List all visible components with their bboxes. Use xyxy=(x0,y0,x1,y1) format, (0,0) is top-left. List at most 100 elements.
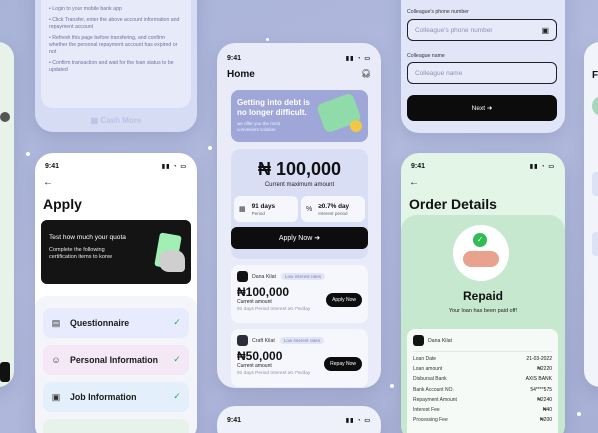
loan-card[interactable]: Dana Kilat Low interest rates ₦100,000 C… xyxy=(231,265,368,323)
rate-badge: Low interest rates xyxy=(280,273,326,280)
rate-badge: Low interest rates xyxy=(279,337,325,344)
handshake-illustration: ✓ xyxy=(453,225,509,281)
decor-dot xyxy=(266,38,269,41)
detail-row: Repayment Amount ₦2240 xyxy=(413,397,552,407)
home-screen: 9:41 ▮▮ ◔ ▭ Home 🎧︎ Getting into debt is… xyxy=(217,43,381,388)
max-amount-label: Current maximum amount xyxy=(264,182,335,188)
steps-list: ▤ Questionnaire ✓ ☺ Personal Information… xyxy=(35,296,197,433)
avatar xyxy=(0,112,10,122)
status-time: 9:41 xyxy=(227,54,242,62)
apply-now-label: Apply Now xyxy=(278,234,313,242)
page-title: Apply xyxy=(43,196,82,212)
lender-name: Craft Kilat xyxy=(252,337,275,344)
name-placeholder: Colleague name xyxy=(415,69,463,77)
detail-value: ₦2240 xyxy=(537,396,552,403)
interest-chip: % ≥0.7% day Interest period xyxy=(301,196,365,222)
detail-key: Interest Fee xyxy=(413,406,440,413)
decor-dot xyxy=(26,152,30,156)
promo-banner[interactable]: Getting into debt is no longer difficult… xyxy=(231,90,368,142)
detail-value: ₦200 xyxy=(540,417,552,424)
detail-value: ₦2220 xyxy=(537,366,552,373)
edge-chip xyxy=(592,172,598,196)
detail-key: Loan amount xyxy=(413,366,443,373)
detail-row: Bank Account NO. 54****575 xyxy=(413,387,552,397)
status-time: 9:41 xyxy=(45,162,60,170)
order-status: Repaid xyxy=(462,289,503,303)
lender-logo xyxy=(237,271,248,282)
brand-logo: ▦ Cash More xyxy=(90,116,142,125)
next-screen-preview: 9:41 ▮▮ ◔ ▭ xyxy=(217,406,381,433)
next-label: Next xyxy=(471,104,486,112)
instructions-card: • Login to your mobile bank app • Click … xyxy=(41,0,191,108)
detail-value: AXIS BANK xyxy=(525,376,552,383)
card-icon: ▭ xyxy=(49,427,63,433)
order-details-screen: 9:41 ▮▮ ◔ ▭ ← Order Details ✓ Repaid You… xyxy=(401,153,565,433)
status-bar: 9:41 ▮▮ ◔ ▭ xyxy=(217,413,381,427)
loan-action-button[interactable]: Repay Now xyxy=(324,357,362,371)
lender-logo xyxy=(237,335,248,346)
decor-dot xyxy=(577,412,581,416)
check-icon: ✓ xyxy=(173,317,181,327)
apply-now-button[interactable]: Apply Now ➜ xyxy=(231,227,368,249)
detail-key: Repayment Amount xyxy=(413,396,457,403)
edge-title: F xyxy=(592,70,598,81)
instruction-line: • Login to your mobile bank app xyxy=(49,6,122,12)
edge-chip xyxy=(592,232,598,256)
order-details-table: Dana Kilat Loan Date 21-03-2022 Loan amou… xyxy=(407,329,558,433)
colleague-name-input[interactable]: Colleague name xyxy=(407,62,557,84)
detail-value: 21-03-2022 xyxy=(526,356,552,362)
page-title: Order Details xyxy=(409,196,497,212)
step-additional[interactable]: ▭ xyxy=(43,419,189,433)
status-time: 9:41 xyxy=(411,162,426,170)
back-arrow-icon[interactable]: ← xyxy=(43,177,53,188)
detail-row: Loan amount ₦2220 xyxy=(413,366,552,376)
detail-key: Bank Account NO. xyxy=(413,386,454,393)
period-label: Period xyxy=(251,210,265,216)
contacts-icon[interactable]: ▣ xyxy=(541,26,549,35)
instruction-line: • Click Transfer, enter the above accoun… xyxy=(49,17,180,30)
detail-value: ₦40 xyxy=(542,406,552,413)
check-circle-icon: ✓ xyxy=(473,233,487,247)
step-job-information[interactable]: ▣ Job Information ✓ xyxy=(43,382,189,412)
arrow-right-icon: ➜ xyxy=(314,235,321,242)
edge-button[interactable] xyxy=(0,362,10,382)
banner-title: Getting into debt is no longer difficult… xyxy=(237,98,310,117)
max-amount: ₦ 100,000 xyxy=(257,159,342,179)
detail-row: Interest Fee ₦40 xyxy=(413,407,552,417)
next-button[interactable]: Next ➜ xyxy=(407,95,557,121)
interest-label: Interest period xyxy=(318,210,348,216)
calendar-icon: ▦ xyxy=(239,206,246,213)
instructions-screen: • Login to your mobile bank app • Click … xyxy=(35,0,197,132)
coin-icon xyxy=(350,120,362,132)
step-label: Job Information xyxy=(70,392,137,402)
percent-icon: % xyxy=(306,205,313,213)
order-status-text: Your loan has been paid off! xyxy=(448,308,518,314)
colleague-phone-input[interactable]: Colleague's phone number ▣ xyxy=(407,19,557,41)
edge-phone-right: F xyxy=(584,42,598,387)
step-personal-information[interactable]: ☺ Personal Information ✓ xyxy=(43,345,189,375)
headset-icon[interactable]: 🎧︎ xyxy=(361,69,371,80)
hand-illustration-icon xyxy=(159,250,185,272)
detail-row: Loan Date 21-03-2022 xyxy=(413,356,552,366)
back-arrow-icon[interactable]: ← xyxy=(409,177,419,188)
signal-icons: ▮▮ ◔ ▭ xyxy=(529,163,555,170)
phone-placeholder: Colleague's phone number xyxy=(415,26,493,34)
edge-phone-left xyxy=(0,42,14,387)
detail-row: Processing Fee ₦200 xyxy=(413,417,552,427)
detail-key: Loan Date xyxy=(413,356,437,362)
questionnaire-icon: ▤ xyxy=(51,317,61,328)
loan-action-button[interactable]: Apply Now xyxy=(326,293,362,307)
arrow-right-icon: ➜ xyxy=(486,105,493,112)
check-icon: ✓ xyxy=(173,391,181,401)
check-icon: ✓ xyxy=(173,354,181,364)
quota-banner[interactable]: Test how much your quota Complete the fo… xyxy=(41,220,191,284)
page-title: Home xyxy=(227,69,255,80)
detail-key: Disbursal Bank xyxy=(413,376,447,383)
period-value: 91 days xyxy=(251,202,276,210)
banner-subtitle: we offer you the most convenient solutio… xyxy=(237,121,280,132)
loan-card[interactable]: Craft Kilat Low interest rates ₦50,000 C… xyxy=(231,329,368,387)
step-questionnaire[interactable]: ▤ Questionnaire ✓ xyxy=(43,308,189,338)
avatar xyxy=(592,96,598,116)
decor-dot xyxy=(208,146,212,150)
detail-row: Disbursal Bank AXIS BANK xyxy=(413,376,552,386)
